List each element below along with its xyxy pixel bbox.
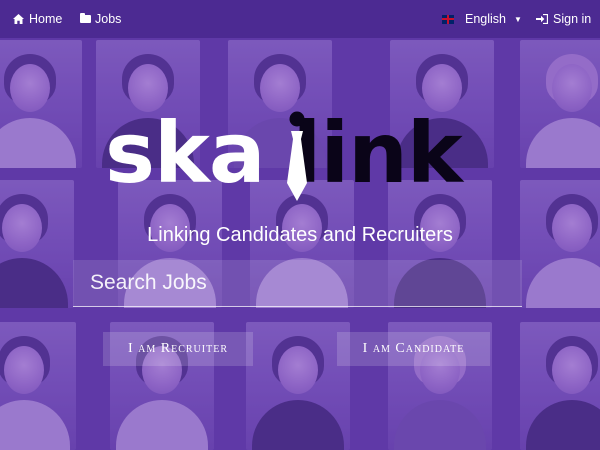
recruiter-button[interactable]: I am Recruiter	[103, 332, 253, 366]
folder-icon	[80, 13, 91, 23]
top-navbar: Home Jobs English ▼ Sign in	[0, 0, 600, 38]
chevron-down-icon: ▼	[514, 14, 522, 24]
nav-home-link[interactable]: Home	[13, 12, 62, 26]
search-jobs-input[interactable]	[73, 260, 522, 307]
logo-part-white: ska	[105, 104, 266, 202]
hero-tagline: Linking Candidates and Recruiters	[147, 224, 453, 246]
sign-in-icon	[536, 14, 548, 24]
nav-jobs-link[interactable]: Jobs	[80, 12, 121, 26]
nav-signin-link[interactable]: Sign in	[536, 12, 591, 26]
language-selector[interactable]: English ▼	[442, 12, 522, 26]
nav-signin-label: Sign in	[553, 12, 592, 26]
logo-part-dark: link	[292, 104, 463, 202]
home-icon	[13, 14, 24, 24]
necktie-icon	[287, 111, 307, 201]
candidate-button[interactable]: I am Candidate	[337, 332, 490, 366]
uk-flag-icon	[442, 14, 454, 24]
language-label: English	[465, 12, 506, 26]
nav-jobs-label: Jobs	[95, 12, 122, 26]
nav-home-label: Home	[29, 12, 63, 26]
